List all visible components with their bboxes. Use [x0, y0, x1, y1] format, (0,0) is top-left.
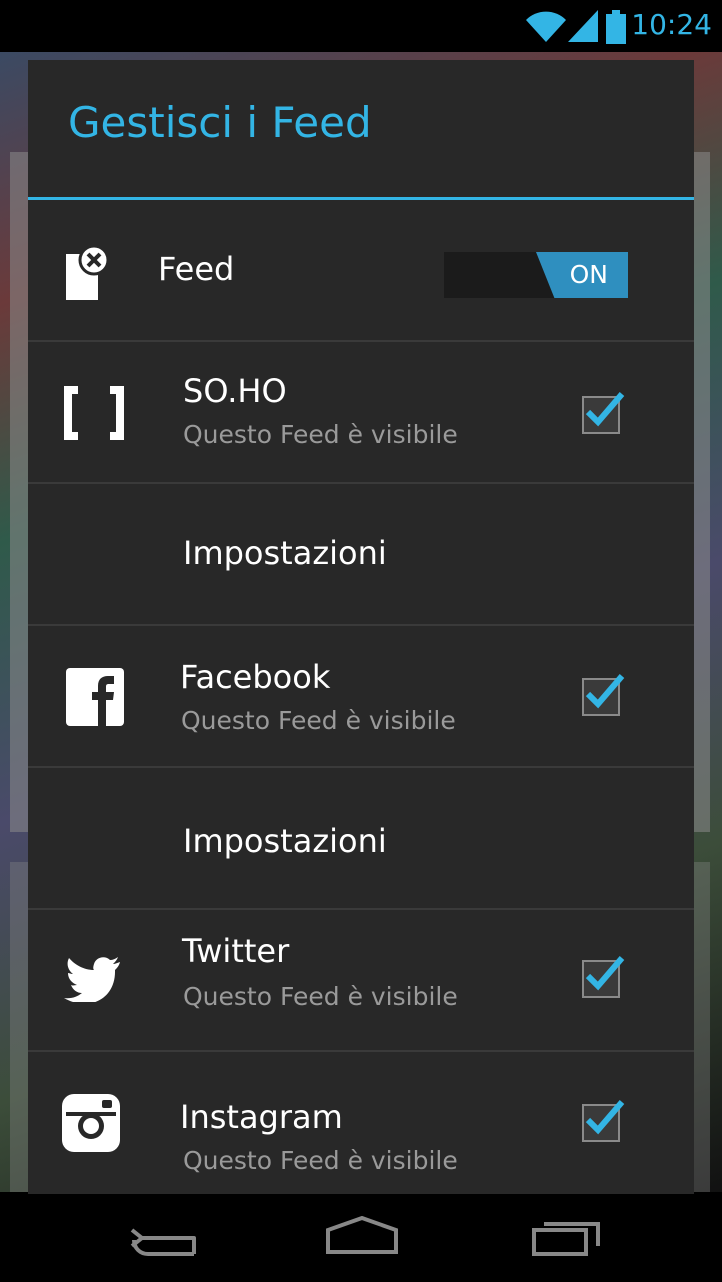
manage-feeds-dialog: Gestisci i Feed Feed ON SO.HO Questo Fee… [28, 60, 694, 1194]
checkmark-icon [585, 674, 625, 709]
switch-state-label: ON [569, 260, 608, 289]
checkmark-icon [585, 956, 625, 991]
battery-icon [606, 10, 626, 44]
navigation-bar [0, 1194, 722, 1282]
feed-status: Questo Feed è visibile [181, 706, 456, 735]
instagram-icon [62, 1094, 120, 1152]
back-icon[interactable] [128, 1218, 198, 1258]
wifi-icon [526, 11, 566, 42]
twitter-icon [64, 957, 120, 1002]
feed-status: Questo Feed è visibile [183, 982, 458, 1011]
signal-icon [568, 10, 598, 42]
home-icon[interactable] [324, 1216, 400, 1256]
feed-disabled-icon [66, 244, 110, 300]
twitter-visible-checkbox[interactable] [582, 956, 625, 998]
soho-brackets-icon [64, 386, 124, 440]
feed-name: SO.HO [183, 372, 287, 410]
feed-switch[interactable]: ON [444, 252, 628, 298]
settings-label: Impostazioni [183, 822, 387, 860]
recent-apps-icon[interactable] [530, 1216, 602, 1256]
feed-name: Instagram [180, 1098, 343, 1136]
facebook-icon [66, 668, 124, 726]
feed-toggle-label: Feed [158, 250, 235, 288]
soho-visible-checkbox[interactable] [582, 392, 625, 434]
settings-label: Impostazioni [183, 534, 387, 572]
clock: 10:24 [631, 8, 712, 41]
feed-name: Facebook [180, 658, 331, 696]
feed-status: Questo Feed è visibile [183, 420, 458, 449]
status-bar: 10:24 [0, 0, 722, 52]
instagram-visible-checkbox[interactable] [582, 1100, 625, 1142]
facebook-visible-checkbox[interactable] [582, 674, 625, 716]
soho-settings-item[interactable]: Impostazioni [28, 484, 694, 624]
feed-status: Questo Feed è visibile [183, 1146, 458, 1175]
dialog-title: Gestisci i Feed [68, 98, 372, 147]
checkmark-icon [585, 1100, 625, 1135]
facebook-settings-item[interactable]: Impostazioni [28, 768, 694, 908]
checkmark-icon [585, 392, 625, 427]
feed-name: Twitter [182, 932, 290, 970]
